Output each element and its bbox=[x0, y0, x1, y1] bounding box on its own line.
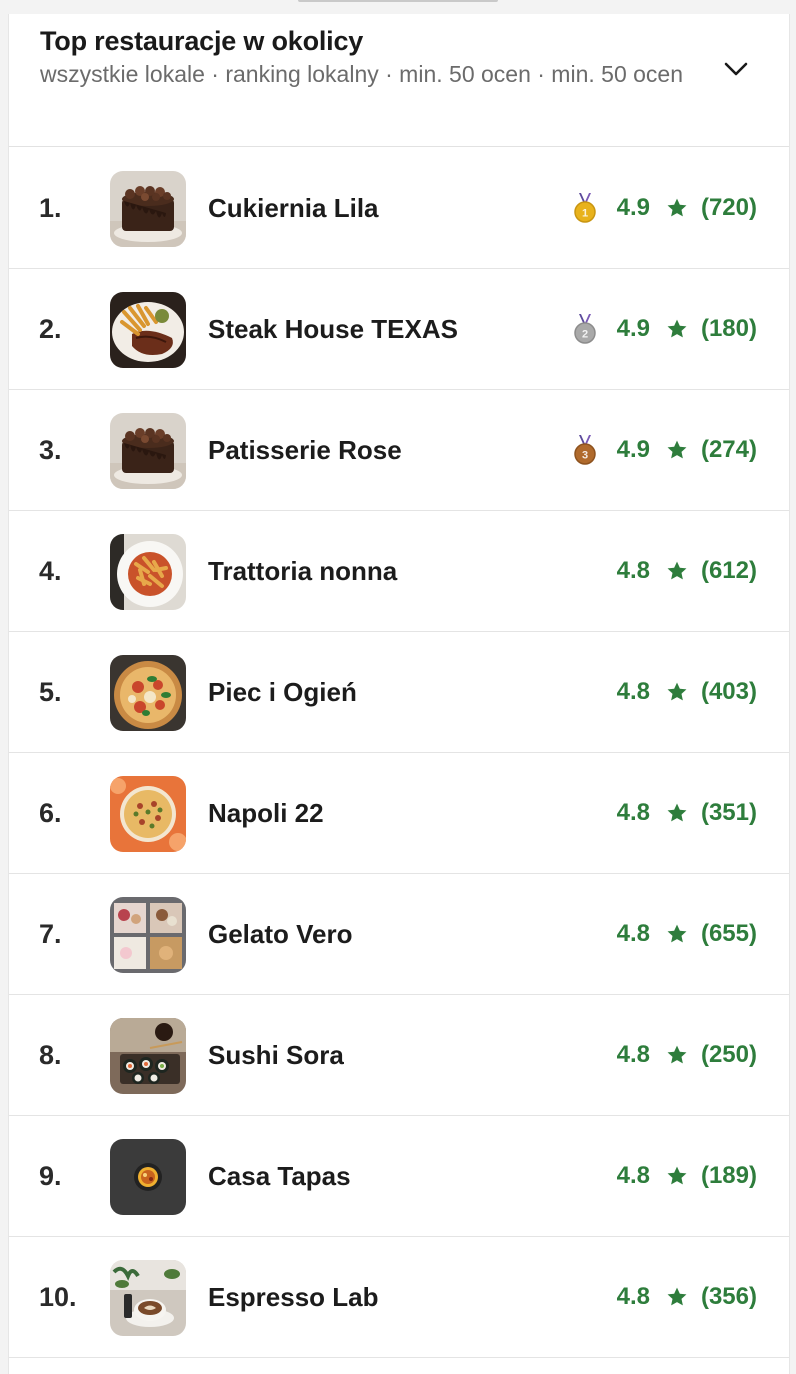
review-count: (720) bbox=[700, 194, 757, 221]
star-icon bbox=[667, 924, 687, 943]
rating-group: 4.8 (655) bbox=[617, 874, 757, 994]
list-item[interactable]: 1. Cukiernia Lila 1 4.9 (720) bbox=[9, 148, 789, 269]
drag-handle[interactable] bbox=[298, 0, 498, 2]
rating-value: 4.8 bbox=[616, 557, 650, 584]
restaurant-thumbnail bbox=[110, 897, 186, 973]
star-icon bbox=[667, 1045, 687, 1064]
restaurant-name: Patisserie Rose bbox=[208, 435, 402, 465]
restaurant-name: Trattoria nonna bbox=[208, 556, 398, 586]
rank-number: 3. bbox=[39, 435, 62, 465]
star-icon bbox=[667, 198, 687, 217]
list-item[interactable]: 4. Trattoria nonna 4.8 (612) bbox=[9, 511, 789, 632]
restaurant-name: Napoli 22 bbox=[208, 798, 324, 828]
rank-number: 1. bbox=[39, 193, 62, 223]
rank-number: 2. bbox=[39, 314, 62, 344]
rating-group: 4.8 (189) bbox=[617, 1116, 757, 1236]
review-count: (180) bbox=[700, 315, 757, 342]
list-item[interactable]: 5. Piec i Ogień 4.8 (403) bbox=[9, 632, 789, 753]
restaurant-name: Casa Tapas bbox=[208, 1161, 351, 1191]
star-icon bbox=[667, 561, 687, 580]
rating-value: 4.8 bbox=[616, 1162, 650, 1189]
review-count: (250) bbox=[700, 1041, 757, 1068]
rating-group: 4.8 (250) bbox=[617, 995, 757, 1115]
rank-number: 6. bbox=[39, 798, 62, 828]
restaurant-thumbnail bbox=[110, 655, 186, 731]
rank-number: 5. bbox=[39, 677, 62, 707]
list-item[interactable]: 6. Napoli 22 4.8 (351) bbox=[9, 753, 789, 874]
silver-medal-icon: 2 bbox=[573, 314, 596, 344]
bronze-medal-icon: 3 bbox=[573, 435, 596, 465]
rating-group: 4.8 (356) bbox=[617, 1237, 757, 1357]
rating-group: 4.8 (612) bbox=[617, 511, 757, 631]
rank-number: 8. bbox=[39, 1040, 62, 1070]
star-icon bbox=[667, 319, 687, 338]
svg-text:3: 3 bbox=[582, 450, 588, 462]
rank-number: 10. bbox=[39, 1282, 77, 1312]
rating-group: 4.8 (351) bbox=[617, 753, 757, 873]
rank-number: 9. bbox=[39, 1161, 62, 1191]
review-count: (655) bbox=[700, 920, 757, 947]
star-icon bbox=[667, 440, 687, 459]
restaurant-thumbnail bbox=[110, 1260, 186, 1336]
restaurant-name: Piec i Ogień bbox=[208, 677, 357, 707]
rating-value: 4.8 bbox=[616, 799, 650, 826]
rating-value: 4.8 bbox=[616, 1283, 650, 1310]
restaurant-thumbnail bbox=[110, 171, 186, 247]
star-icon bbox=[667, 1166, 687, 1185]
list-item[interactable]: 9. Casa Tapas 4.8 (189) bbox=[9, 1116, 789, 1237]
restaurant-name: Steak House TEXAS bbox=[208, 314, 458, 344]
restaurant-list: 1. Cukiernia Lila 1 4.9 (720) 2. Steak H… bbox=[9, 148, 789, 1358]
list-item[interactable]: 7. Gelato Vero 4.8 (655) bbox=[9, 874, 789, 995]
rating-value: 4.9 bbox=[616, 315, 650, 342]
rank-number: 4. bbox=[39, 556, 62, 586]
restaurant-thumbnail bbox=[110, 776, 186, 852]
restaurant-name: Sushi Sora bbox=[208, 1040, 344, 1070]
star-icon bbox=[667, 803, 687, 822]
rating-value: 4.8 bbox=[616, 920, 650, 947]
star-icon bbox=[667, 1287, 687, 1306]
review-count: (612) bbox=[700, 557, 757, 584]
ranking-card: Top restauracje w okolicy wszystkie loka… bbox=[8, 14, 790, 1374]
restaurant-name: Gelato Vero bbox=[208, 919, 353, 949]
rating-value: 4.9 bbox=[616, 194, 650, 221]
rating-value: 4.8 bbox=[616, 678, 650, 705]
rating-group: 3 4.9 (274) bbox=[573, 390, 757, 510]
svg-text:2: 2 bbox=[582, 329, 588, 341]
ranking-header[interactable]: Top restauracje w okolicy wszystkie loka… bbox=[9, 14, 789, 147]
gold-medal-icon: 1 bbox=[573, 193, 596, 223]
restaurant-thumbnail bbox=[110, 1018, 186, 1094]
list-item[interactable]: 10. Espresso Lab 4.8 (356) bbox=[9, 1237, 789, 1358]
review-count: (403) bbox=[700, 678, 757, 705]
review-count: (351) bbox=[700, 799, 757, 826]
rating-value: 4.8 bbox=[616, 1041, 650, 1068]
svg-text:1: 1 bbox=[582, 208, 588, 220]
filter-summary: wszystkie lokale · ranking lokalny · min… bbox=[40, 61, 684, 87]
restaurant-thumbnail bbox=[110, 534, 186, 610]
restaurant-thumbnail bbox=[110, 413, 186, 489]
page-title: Top restauracje w okolicy bbox=[40, 26, 364, 56]
list-item[interactable]: 8. Sushi Sora 4.8 (250) bbox=[9, 995, 789, 1116]
review-count: (189) bbox=[700, 1162, 757, 1189]
rating-group: 4.8 (403) bbox=[617, 632, 757, 752]
rating-value: 4.9 bbox=[616, 436, 650, 463]
star-icon bbox=[667, 682, 687, 701]
chevron-down-icon[interactable] bbox=[721, 54, 751, 84]
rank-number: 7. bbox=[39, 919, 62, 949]
rating-group: 2 4.9 (180) bbox=[573, 269, 757, 389]
list-item[interactable]: 2. Steak House TEXAS 2 4.9 (180) bbox=[9, 269, 789, 390]
review-count: (274) bbox=[700, 436, 757, 463]
restaurant-thumbnail bbox=[110, 292, 186, 368]
review-count: (356) bbox=[700, 1283, 757, 1310]
restaurant-name: Espresso Lab bbox=[208, 1282, 379, 1312]
list-item[interactable]: 3. Patisserie Rose 3 4.9 (274) bbox=[9, 390, 789, 511]
restaurant-thumbnail bbox=[110, 1139, 186, 1215]
rating-group: 1 4.9 (720) bbox=[573, 148, 757, 268]
restaurant-name: Cukiernia Lila bbox=[208, 193, 379, 223]
